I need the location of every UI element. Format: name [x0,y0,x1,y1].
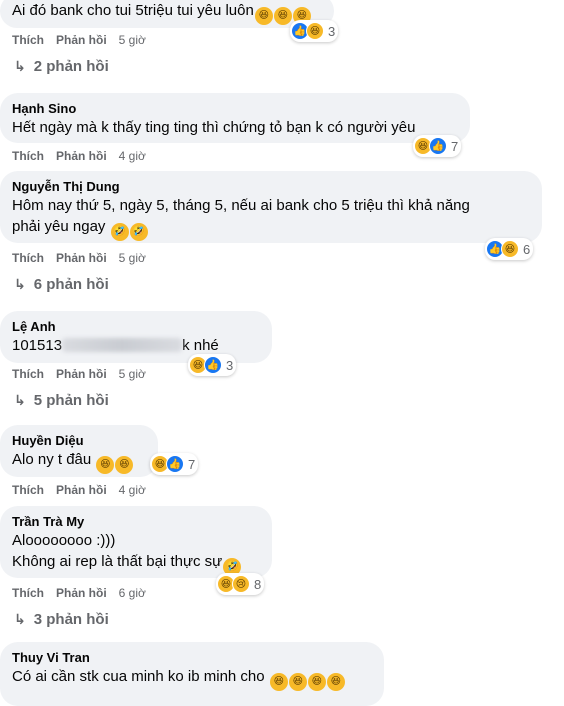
like-button[interactable]: Thích [12,586,44,600]
comment-bubble: Thuy Vi Tran Có ai cần stk cua minh ko i… [0,642,384,706]
like-button[interactable]: Thích [12,367,44,381]
like-button[interactable]: Thích [12,251,44,265]
reaction-summary[interactable]: 😆 😢 8 [216,573,265,595]
like-button[interactable]: Thích [12,33,44,47]
laughing-face-icon: 😆 [96,456,115,474]
blurred-account-number [62,338,183,352]
comment-text-line2: phải yêu ngay [12,218,106,235]
commenter-name[interactable]: Nguyễn Thị Dung [12,178,530,195]
reaction-count: 7 [451,138,459,154]
comment-actions: Thích Phản hồi 4 giờ [12,149,158,163]
reaction-count: 3 [226,357,234,373]
laughing-face-icon: 😆 [307,673,326,691]
like-button[interactable]: Thích [12,483,44,497]
reply-button[interactable]: Phản hồi [56,367,107,381]
laughing-face-icon: 😆 [306,22,324,40]
comment-bubble: Nguyễn Thị Dung Hôm nay thứ 5, ngày 5, t… [0,171,542,243]
thumbs-up-icon: 👍 [204,356,222,374]
comment-bubble: Hạnh Sino Hết ngày mà k thấy ting ting t… [0,93,470,143]
view-replies-link[interactable]: ↳ 6 phản hồi [14,276,109,293]
reply-arrow-icon: ↳ [14,58,26,74]
commenter-name[interactable]: Huyền Diệu [12,432,146,449]
rofl-face-icon: 🤣 [129,223,148,241]
timestamp: 6 giờ [118,586,146,600]
reaction-count: 3 [328,23,336,39]
reaction-summary[interactable]: 👍 😆 3 [290,20,339,42]
laughing-face-icon: 😆 [254,7,273,25]
view-replies-link[interactable]: ↳ 2 phản hồi [14,58,109,75]
comment-bubble: Huyền Diệu Alo ny t đâu 😆 😆 [0,425,158,477]
like-button[interactable]: Thích [12,149,44,163]
laughing-face-icon: 😆 [273,7,292,25]
reaction-count: 7 [188,456,196,472]
timestamp: 4 giờ [118,149,146,163]
timestamp: 5 giờ [118,33,146,47]
reply-arrow-icon: ↳ [14,276,26,292]
reaction-count: 8 [254,576,262,592]
reply-button[interactable]: Phản hồi [56,586,107,600]
crying-face-icon: 😢 [232,575,250,593]
comment-text-line1: Hôm nay thứ 5, ngày 5, tháng 5, nếu ai b… [12,197,470,214]
laughing-face-icon: 😆 [326,673,345,691]
laughing-face-icon: 😆 [501,240,519,258]
comment-text-line1: Aloooooooo :))) [12,532,116,549]
timestamp: 5 giờ [118,251,146,265]
commenter-name[interactable]: Hạnh Sino [12,100,458,117]
rofl-face-icon: 🤣 [110,223,129,241]
comment-actions: Thích Phản hồi 4 giờ [12,483,158,497]
replies-count: 2 phản hồi [33,58,109,75]
commenter-name[interactable]: Lệ Anh [12,318,260,335]
comment-text: Alo ny t đâu [12,451,92,468]
comment-actions: Thích Phản hồi 5 giờ [12,33,158,47]
comment-text-line2: Không ai rep là thất bại thực sự [12,553,223,570]
reply-button[interactable]: Phản hồi [56,483,107,497]
reply-button[interactable]: Phản hồi [56,149,107,163]
comment-actions: Thích Phản hồi 6 giờ [12,586,158,600]
replies-count: 5 phản hồi [33,392,109,409]
comment-bubble: Ai đó bank cho tui 5triệu tui yêu luôn 😆 😆… [0,0,334,28]
commenter-name[interactable]: Trần Trà My [12,513,260,530]
reaction-summary[interactable]: 😆 👍 3 [188,354,237,376]
comment-text: Hết ngày mà k thấy ting ting thì chứng t… [12,119,416,136]
reply-button[interactable]: Phản hồi [56,33,107,47]
reaction-summary[interactable]: 😆 👍 7 [150,453,199,475]
laughing-face-icon: 😆 [115,456,134,474]
comment-text: Có ai cần stk cua minh ko ib minh cho [12,668,265,685]
comment-bubble: Trần Trà My Aloooooooo :))) Không ai rep… [0,506,272,578]
reaction-summary[interactable]: 👍 😆 6 [485,238,534,260]
replies-count: 3 phản hồi [33,611,109,628]
comment-actions: Thích Phản hồi 5 giờ [12,251,158,265]
view-replies-link[interactable]: ↳ 3 phản hồi [14,611,109,628]
laughing-face-icon: 😆 [288,673,307,691]
reaction-count: 6 [523,241,531,257]
replies-count: 6 phản hồi [33,276,109,293]
reply-arrow-icon: ↳ [14,392,26,408]
comment-text: Ai đó bank cho tui 5triệu tui yêu luôn [12,2,254,19]
thumbs-up-icon: 👍 [429,137,447,155]
comment-actions: Thích Phản hồi 5 giờ [12,367,158,381]
reaction-summary[interactable]: 😆 👍 7 [413,135,462,157]
timestamp: 5 giờ [118,367,146,381]
laughing-face-icon: 😆 [269,673,288,691]
thumbs-up-icon: 👍 [166,455,184,473]
reply-arrow-icon: ↳ [14,611,26,627]
reply-button[interactable]: Phản hồi [56,251,107,265]
view-replies-link[interactable]: ↳ 5 phản hồi [14,392,109,409]
comment-text-suffix: k nhé [182,337,219,354]
comment-text: 101513 [12,337,63,354]
commenter-name[interactable]: Thuy Vi Tran [12,649,372,666]
timestamp: 4 giờ [118,483,146,497]
